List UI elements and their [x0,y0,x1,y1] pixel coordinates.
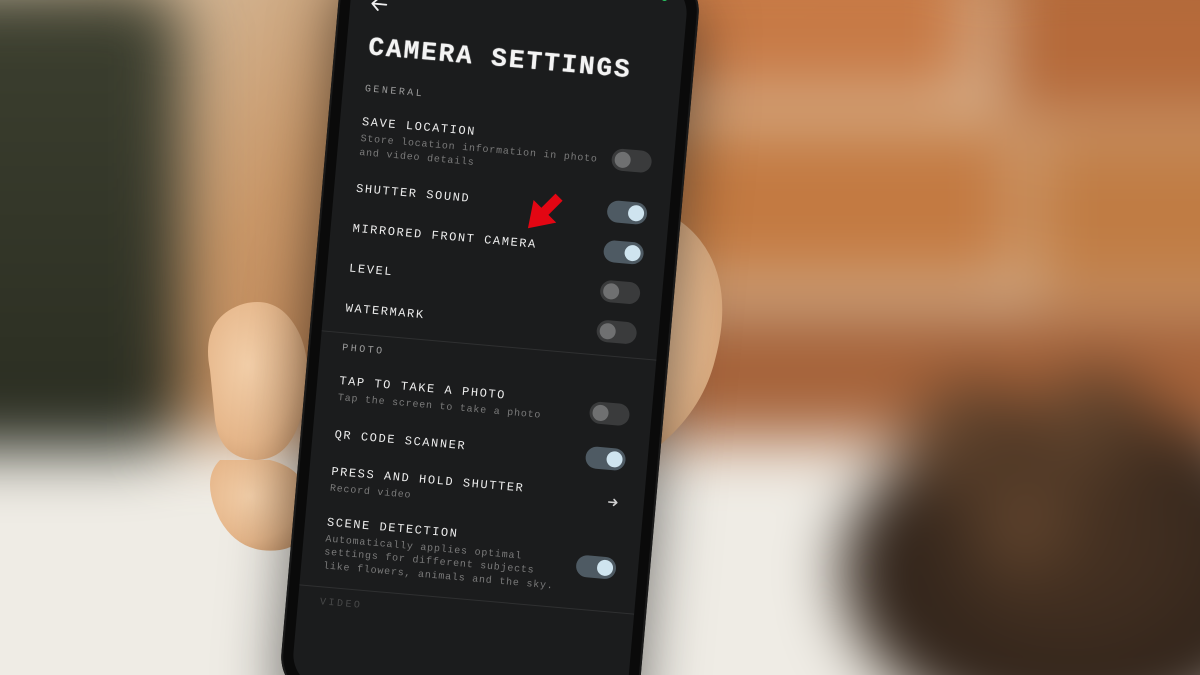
chevron-right-icon [605,494,623,514]
toggle-watermark[interactable] [596,320,638,345]
privacy-indicator-dot [661,0,669,1]
back-button[interactable] [363,0,396,20]
toggle-save-location[interactable] [611,148,653,173]
phone-device: 09:07 54% CAMERA SETTINGS [278,0,703,675]
toggle-mirrored-front[interactable] [603,240,645,265]
toggle-qr-scanner[interactable] [585,446,627,471]
toggle-shutter-sound[interactable] [606,200,648,225]
toggle-level[interactable] [599,280,641,305]
toggle-tap-photo[interactable] [589,401,631,426]
toggle-scene-detection[interactable] [575,555,617,580]
status-battery-text: 54% [615,0,646,2]
phone-screen: 09:07 54% CAMERA SETTINGS [291,0,690,675]
setting-label: WATERMARK [345,300,585,337]
